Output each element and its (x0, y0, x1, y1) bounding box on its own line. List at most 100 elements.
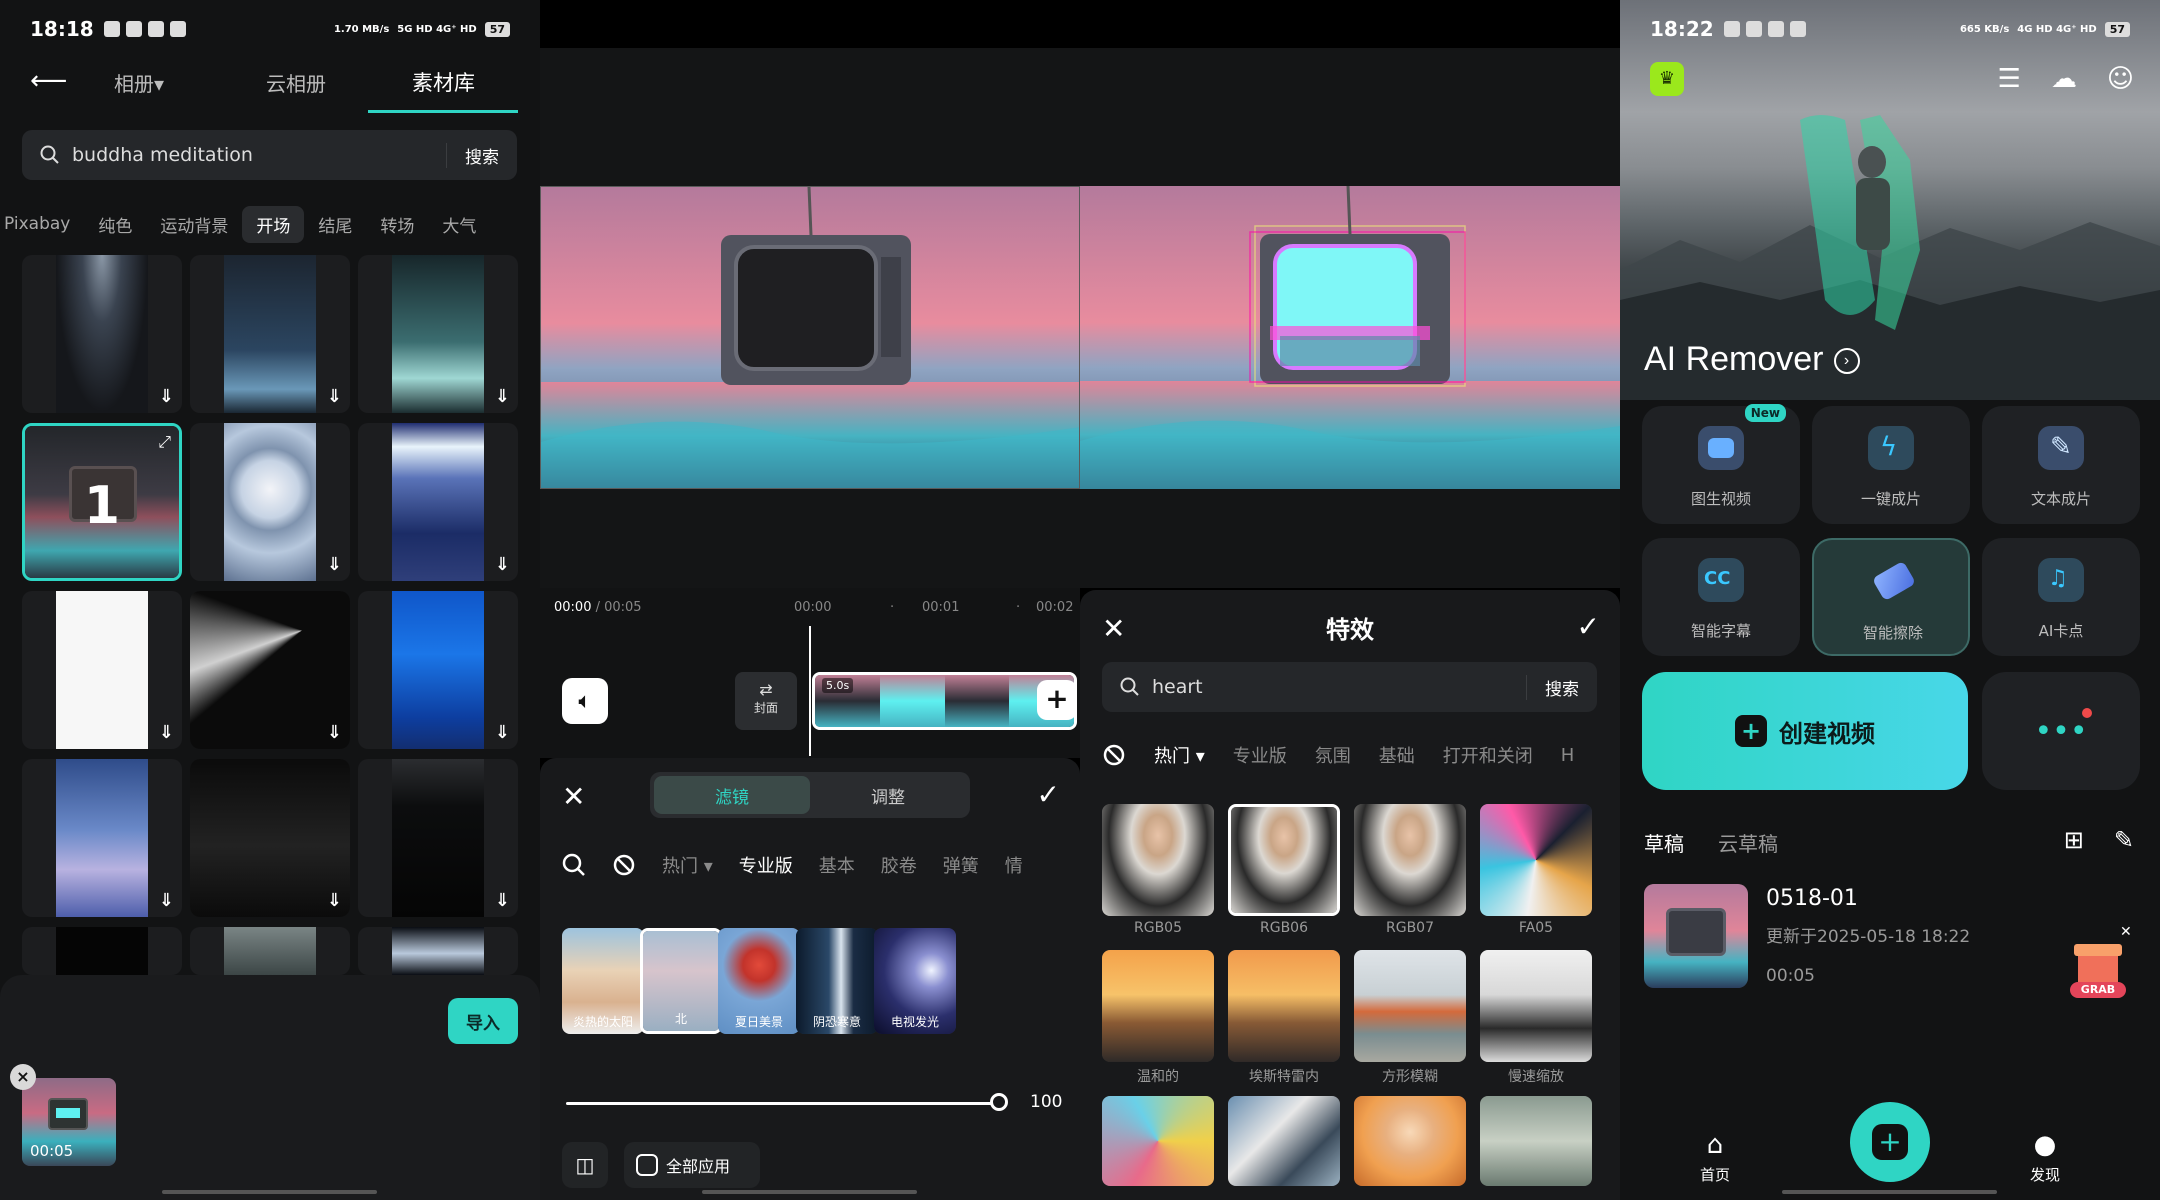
effects-search-button[interactable]: 搜索 (1526, 674, 1579, 700)
mute-toggle[interactable]: 🔈︎ (562, 678, 608, 724)
tab-cloud-drafts[interactable]: 云草稿 (1718, 828, 1778, 857)
download-icon[interactable]: ⇓ (495, 890, 510, 911)
effect-category-basic[interactable]: 基础 (1379, 742, 1415, 768)
edit-icon[interactable]: ✎ (2114, 826, 2134, 854)
nav-discover[interactable]: ● 发现 (2005, 1130, 2085, 1185)
remove-clip-icon[interactable]: × (10, 1064, 36, 1090)
effect-category-more[interactable]: H (1561, 745, 1575, 766)
effect-item[interactable] (1102, 804, 1214, 916)
selected-clip[interactable]: 00:05 (22, 1078, 116, 1166)
confirm-check-icon[interactable]: ✓ (1037, 778, 1060, 811)
effects-search-input[interactable]: heart (1152, 676, 1526, 698)
effect-item[interactable] (1228, 1096, 1340, 1186)
apply-all-toggle[interactable]: 全部应用 (624, 1142, 760, 1188)
grid-view-icon[interactable]: ⊞ (2064, 826, 2084, 854)
download-icon[interactable]: ⇓ (495, 386, 510, 407)
filter-category-basic[interactable]: 基本 (819, 852, 855, 878)
filter-category-spring[interactable]: 弹簧 (943, 852, 979, 878)
ai-remover-banner[interactable]: 18:22 665 KB/s 4G HD 4G⁺ HD 57 ♛ ☰ ☁︎ ☺︎… (1620, 0, 2160, 400)
confirm-check-icon[interactable]: ✓ (1577, 610, 1600, 643)
download-icon[interactable]: ⇓ (159, 386, 174, 407)
tool-ai-beat[interactable]: ♫ AI卡点 (1982, 538, 2140, 656)
download-icon[interactable]: ⇓ (159, 722, 174, 743)
effect-category-pro[interactable]: 专业版 (1233, 742, 1287, 768)
filter-category-pro[interactable]: 专业版 (739, 852, 793, 878)
material-item[interactable]: ⇓ (358, 591, 518, 749)
effect-category-hot[interactable]: 热门 ▾ (1154, 742, 1205, 768)
compare-button[interactable]: ◫ (562, 1142, 608, 1188)
filter-category-film[interactable]: 胶卷 (881, 852, 917, 878)
download-icon[interactable]: ⇓ (327, 554, 342, 575)
material-item[interactable]: ⇓ (22, 591, 182, 749)
add-clip-button[interactable]: + (1037, 680, 1077, 720)
category-transition[interactable]: 转场 (366, 206, 428, 243)
search-icon[interactable] (562, 853, 586, 877)
tab-drafts[interactable]: 草稿 (1644, 828, 1684, 857)
download-icon[interactable]: ⇓ (327, 386, 342, 407)
download-icon[interactable]: ⇓ (327, 722, 342, 743)
download-icon[interactable]: ⇓ (495, 554, 510, 575)
material-item[interactable] (358, 927, 518, 975)
search-input[interactable]: buddha meditation (72, 144, 446, 166)
tool-image-to-video[interactable]: New 图生视频 (1642, 404, 1800, 524)
effect-item[interactable] (1354, 804, 1466, 916)
no-effect-icon[interactable] (1102, 743, 1126, 767)
material-item[interactable]: ⇓ (190, 423, 350, 581)
back-arrow-icon[interactable]: ⟵ (30, 66, 67, 96)
effect-item-selected[interactable] (1228, 804, 1340, 916)
close-icon[interactable]: ✕ (562, 780, 585, 813)
category-opening[interactable]: 开场 (242, 205, 305, 243)
effect-item[interactable] (1480, 950, 1592, 1062)
material-item[interactable]: ⇓ (190, 759, 350, 917)
effect-item[interactable] (1102, 1096, 1214, 1186)
download-icon[interactable]: ⇓ (159, 890, 174, 911)
material-item[interactable] (190, 927, 350, 975)
filter-item[interactable]: 夏日美景 (718, 928, 800, 1034)
crown-icon[interactable]: ♛ (1650, 62, 1684, 96)
filter-intensity-knob[interactable] (990, 1093, 1008, 1111)
effect-category-open-close[interactable]: 打开和关闭 (1443, 742, 1533, 768)
list-add-icon[interactable]: ☰ (1998, 64, 2021, 94)
material-item[interactable]: ⇓ (190, 255, 350, 413)
draft-name[interactable]: 0518-01 (1766, 886, 1858, 911)
material-item[interactable]: ⇓ (190, 591, 350, 749)
filter-item[interactable]: 炎热的太阳 (562, 928, 644, 1034)
expand-icon[interactable]: ⤢ (158, 432, 171, 452)
effect-item[interactable] (1228, 950, 1340, 1062)
material-item-selected[interactable]: 1 ⤢ (22, 423, 182, 581)
filter-category-hot[interactable]: 热门 ▾ (662, 852, 713, 878)
effect-category-ambience[interactable]: 氛围 (1315, 742, 1351, 768)
create-video-button[interactable]: + 创建视频 (1642, 672, 1968, 790)
nav-home[interactable]: ⌂ 首页 (1675, 1130, 1755, 1185)
smile-icon[interactable]: ☺︎ (2107, 64, 2134, 94)
tool-auto-captions[interactable]: CC 智能字幕 (1642, 538, 1800, 656)
material-item[interactable]: ⇓ (358, 255, 518, 413)
material-item[interactable]: ⇓ (358, 759, 518, 917)
category-ending[interactable]: 结尾 (304, 206, 366, 243)
effect-item[interactable] (1480, 804, 1592, 916)
ai-remover-title[interactable]: AI Remover › (1644, 340, 1860, 379)
effect-item[interactable] (1354, 1096, 1466, 1186)
draft-thumbnail[interactable] (1644, 884, 1748, 988)
fab-create-button[interactable]: + (1850, 1102, 1930, 1182)
download-icon[interactable]: ⇓ (495, 722, 510, 743)
tab-cloud-album[interactable]: 云相册 (266, 68, 326, 97)
category-solid-color[interactable]: 纯色 (84, 206, 146, 243)
effect-item[interactable] (1354, 950, 1466, 1062)
more-tools-button[interactable]: ••• (1982, 672, 2140, 790)
material-item[interactable] (22, 927, 182, 975)
effect-item[interactable] (1480, 1096, 1592, 1186)
cover-button[interactable]: ⇄ 封面 (735, 672, 797, 730)
tab-adjust[interactable]: 调整 (810, 776, 966, 814)
tab-material-library[interactable]: 素材库 (412, 67, 475, 97)
material-item[interactable]: ⇓ (22, 759, 182, 917)
cloud-icon[interactable]: ☁︎ (2051, 64, 2077, 94)
effect-item[interactable] (1102, 950, 1214, 1062)
filter-item-selected[interactable]: 北 (640, 928, 722, 1034)
import-button[interactable]: 导入 (448, 998, 518, 1044)
material-item[interactable]: ⇓ (358, 423, 518, 581)
material-item[interactable]: ⇓ (22, 255, 182, 413)
filter-item[interactable]: 阴恐寒意 (796, 928, 878, 1034)
category-atmosphere[interactable]: 大气 (428, 206, 490, 243)
category-motion-bg[interactable]: 运动背景 (146, 206, 242, 243)
